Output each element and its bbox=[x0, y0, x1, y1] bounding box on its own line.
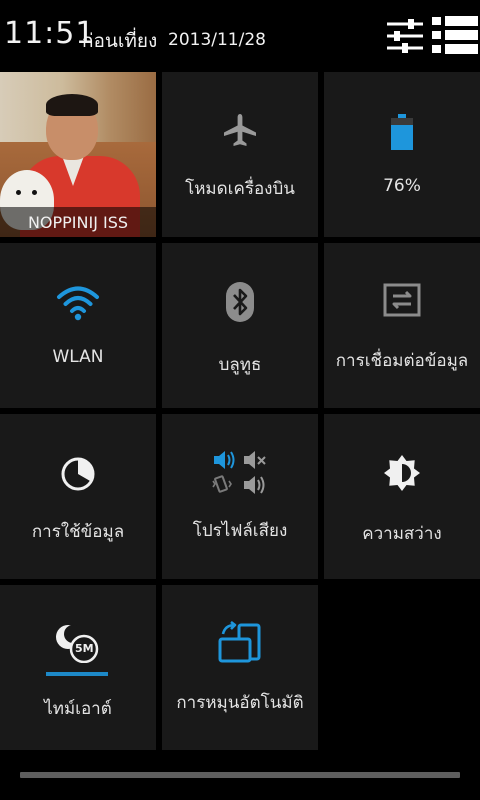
battery-tile[interactable]: 76% bbox=[324, 72, 480, 237]
sound-profile-label: โปรไฟล์เสียง bbox=[192, 521, 288, 541]
wlan-tile[interactable]: WLAN bbox=[0, 243, 156, 408]
timeout-label: ไทม์เอาต์ bbox=[44, 699, 112, 719]
sound-profile-icon bbox=[212, 451, 266, 494]
bluetooth-tile[interactable]: บลูทูธ bbox=[162, 243, 318, 408]
timeout-badge: 5M bbox=[75, 642, 94, 655]
data-usage-tile[interactable]: การใช้ข้อมูล bbox=[0, 414, 156, 579]
timeout-level-bar bbox=[46, 672, 108, 676]
profile-tile[interactable]: NOPPINIJ ISS bbox=[0, 72, 156, 237]
wifi-icon bbox=[57, 286, 99, 321]
status-bar: 11:51 ก่อนเที่ยง 2013/11/28 bbox=[0, 0, 480, 72]
battery-level-label: 76% bbox=[383, 176, 421, 196]
data-connection-tile[interactable]: การเชื่อมต่อข้อมูล bbox=[324, 243, 480, 408]
clock-ampm: ก่อนเที่ยง bbox=[82, 30, 158, 52]
data-usage-icon bbox=[61, 457, 95, 491]
panel-drag-handle[interactable] bbox=[20, 772, 460, 778]
airplane-icon bbox=[224, 114, 256, 146]
data-usage-label: การใช้ข้อมูล bbox=[31, 522, 125, 542]
profile-name: NOPPINIJ ISS bbox=[27, 213, 129, 232]
clock-date: 2013/11/28 bbox=[168, 30, 266, 50]
data-connection-label: การเชื่อมต่อข้อมูล bbox=[335, 351, 469, 371]
sound-profile-tile[interactable]: โปรไฟล์เสียง bbox=[162, 414, 318, 579]
auto-rotate-icon bbox=[218, 621, 261, 663]
bluetooth-icon bbox=[226, 282, 254, 322]
airplane-mode-tile[interactable]: โหมดเครื่องบิน bbox=[162, 72, 318, 237]
airplane-mode-label: โหมดเครื่องบิน bbox=[185, 179, 295, 199]
battery-icon bbox=[391, 114, 413, 150]
bluetooth-label: บลูทูธ bbox=[218, 355, 262, 375]
data-connection-icon bbox=[383, 283, 421, 317]
quick-settings-sliders-icon[interactable] bbox=[386, 18, 424, 54]
auto-rotate-tile[interactable]: การหมุนอัตโนมัติ bbox=[162, 585, 318, 750]
brightness-label: ความสว่าง bbox=[362, 524, 442, 544]
brightness-icon bbox=[384, 455, 420, 491]
auto-rotate-label: การหมุนอัตโนมัติ bbox=[176, 693, 304, 713]
wlan-label: WLAN bbox=[52, 347, 104, 367]
brightness-tile[interactable]: ความสว่าง bbox=[324, 414, 480, 579]
timeout-tile[interactable]: 5M ไทม์เอาต์ bbox=[0, 585, 156, 750]
notifications-list-icon[interactable] bbox=[432, 16, 478, 54]
